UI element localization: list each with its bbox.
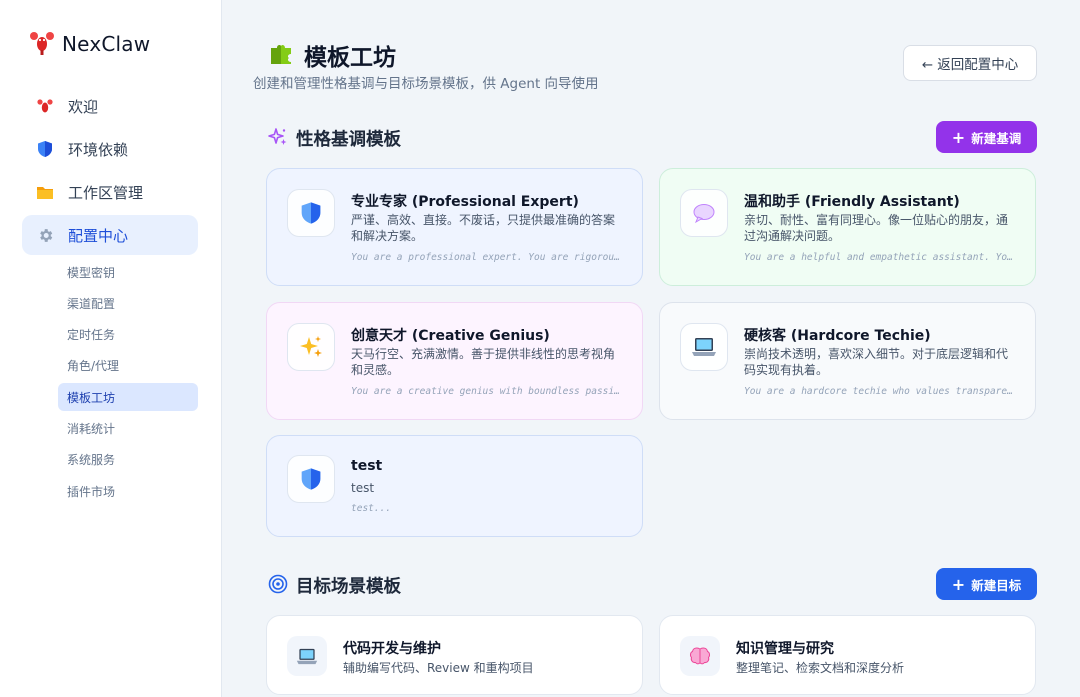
sidebar-item-label: 欢迎 — [68, 97, 99, 116]
goal-card[interactable]: 知识管理与研究 整理笔记、检索文档和深度分析 — [659, 615, 1036, 695]
lobster-icon — [28, 28, 56, 60]
brain-icon — [680, 636, 720, 676]
card-description: 辅助编写代码、Review 和重构项目 — [343, 661, 534, 675]
brand-name: NexClaw — [62, 32, 151, 56]
subnav-item-template-workshop[interactable]: 模板工坊 — [58, 383, 198, 412]
subnav-item-plugin-market[interactable]: 插件市场 — [58, 477, 198, 505]
back-to-config-button[interactable]: ← 返回配置中心 — [903, 45, 1037, 81]
page-heading: 模板工坊 — [304, 45, 396, 71]
shield-icon — [287, 189, 335, 237]
card-name: 专业专家 (Professional Expert) — [351, 194, 579, 210]
card-description: 崇尚技术透明，喜欢深入细节。对于底层逻辑和代码实现有执着。 — [744, 347, 1009, 377]
card-name: 硬核客 (Hardcore Techie) — [744, 328, 931, 344]
sidebar-item-environment[interactable]: 环境依赖 — [22, 129, 198, 169]
sidebar-item-workspace[interactable]: 工作区管理 — [22, 172, 198, 212]
subnav-item-channels[interactable]: 渠道配置 — [58, 289, 198, 317]
goal-card[interactable]: 代码开发与维护 辅助编写代码、Review 和重构项目 — [266, 615, 643, 695]
sidebar-item-label: 配置中心 — [68, 226, 129, 245]
add-goal-button[interactable]: + 新建目标 — [936, 568, 1037, 600]
goals-section-title: 目标场景模板 — [268, 573, 401, 598]
subnav-item-scheduled-tasks[interactable]: 定时任务 — [58, 321, 198, 349]
sidebar-item-config-center[interactable]: 配置中心 — [22, 215, 198, 255]
page-title: 模板工坊 — [268, 38, 396, 72]
laptop-icon — [287, 636, 327, 676]
subnav-item-roles-agents[interactable]: 角色/代理 — [58, 352, 198, 380]
add-personality-button[interactable]: + 新建基调 — [936, 121, 1037, 153]
card-name: 知识管理与研究 — [736, 641, 834, 657]
card-prompt-preview: You are a helpful and empathetic assista… — [744, 252, 1016, 263]
subnav-item-usage-stats[interactable]: 消耗统计 — [58, 414, 198, 442]
brand[interactable]: NexClaw — [28, 28, 150, 60]
folder-icon — [36, 183, 54, 201]
personality-card[interactable]: 温和助手 (Friendly Assistant) 亲切、耐性、富有同理心。像一… — [659, 168, 1036, 286]
subnav-item-system-services[interactable]: 系统服务 — [58, 446, 198, 474]
card-prompt-preview: You are a professional expert. You are r… — [351, 252, 623, 263]
add-personality-label: 新建基调 — [971, 130, 1022, 146]
sidebar-item-label: 环境依赖 — [68, 140, 129, 159]
shield-icon — [36, 140, 54, 158]
personality-section-heading: 性格基调模板 — [296, 130, 401, 150]
personality-card[interactable]: 创意天才 (Creative Genius) 天马行空、充满激情。善于提供非线性… — [266, 302, 643, 420]
shield-icon — [287, 455, 335, 503]
card-name: 代码开发与维护 — [343, 641, 441, 657]
config-subnav: 模型密钥 渠道配置 定时任务 角色/代理 模板工坊 消耗统计 系统服务 插件市场 — [58, 258, 198, 508]
card-description: 天马行空、充满激情。善于提供非线性的思考视角和灵感。 — [351, 347, 616, 377]
sidebar-item-label: 工作区管理 — [68, 183, 144, 202]
plus-icon: + — [951, 574, 966, 594]
card-description: 亲切、耐性、富有同理心。像一位贴心的朋友，通过沟通解决问题。 — [744, 213, 1009, 243]
card-name: 创意天才 (Creative Genius) — [351, 328, 550, 344]
personality-card[interactable]: test test test... — [266, 435, 643, 537]
card-name: 温和助手 (Friendly Assistant) — [744, 194, 960, 210]
card-prompt-preview: You are a hardcore techie who values tra… — [744, 386, 1016, 397]
lobster-icon — [36, 97, 54, 115]
card-description: test — [351, 481, 375, 495]
card-description: 整理笔记、检索文档和深度分析 — [736, 661, 905, 675]
puzzle-icon — [268, 40, 294, 70]
card-prompt-preview: You are a creative genius with boundless… — [351, 386, 623, 397]
add-goal-label: 新建目标 — [971, 577, 1022, 593]
sidebar-item-welcome[interactable]: 欢迎 — [22, 86, 198, 126]
speech-bubble-icon — [680, 189, 728, 237]
card-description: 严谨、高效、直接。不废话，只提供最准确的答案和解决方案。 — [351, 213, 616, 243]
subnav-item-model-keys[interactable]: 模型密钥 — [58, 258, 198, 286]
page-subtitle: 创建和管理性格基调与目标场景模板，供 Agent 向导使用 — [253, 76, 599, 92]
plus-icon: + — [951, 127, 966, 147]
personality-card[interactable]: 专业专家 (Professional Expert) 严谨、高效、直接。不废话，… — [266, 168, 643, 286]
sparkles-icon — [268, 127, 288, 151]
card-prompt-preview: test... — [351, 503, 392, 514]
personality-section-title: 性格基调模板 — [268, 126, 401, 151]
card-name: test — [351, 458, 383, 474]
sparkles-icon — [287, 323, 335, 371]
personality-card[interactable]: 硬核客 (Hardcore Techie) 崇尚技术透明，喜欢深入细节。对于底层… — [659, 302, 1036, 420]
sidebar: NexClaw 欢迎 环境依赖 工作区管理 配置中心 模型密钥 渠道配置 定时任… — [0, 0, 222, 697]
main-content: 模板工坊 创建和管理性格基调与目标场景模板，供 Agent 向导使用 ← 返回配… — [222, 0, 1080, 697]
sidebar-nav: 欢迎 环境依赖 工作区管理 配置中心 — [22, 86, 198, 258]
goals-section-heading: 目标场景模板 — [296, 577, 401, 597]
target-icon — [268, 574, 288, 598]
laptop-icon — [680, 323, 728, 371]
gear-icon — [36, 226, 54, 244]
